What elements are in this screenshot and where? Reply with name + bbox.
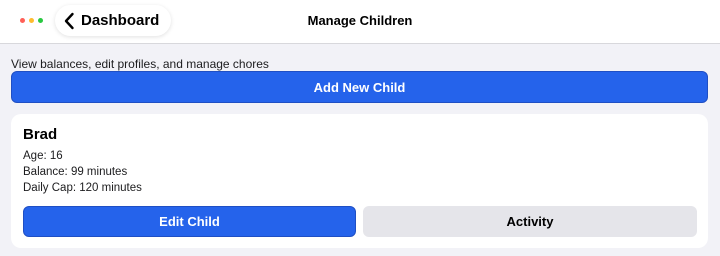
page-subtitle: View balances, edit profiles, and manage…: [11, 57, 269, 71]
child-card: Brad Age: 16 Balance: 99 minutes Daily C…: [11, 114, 708, 248]
activity-button[interactable]: Activity: [363, 206, 697, 237]
page-title: Manage Children: [307, 13, 413, 28]
edit-child-button[interactable]: Edit Child: [23, 206, 356, 237]
child-age: Age: 16: [23, 150, 63, 162]
add-new-child-button[interactable]: Add New Child: [11, 71, 708, 103]
child-name: Brad: [23, 126, 58, 143]
top-navigation-bar: Dashboard Manage Children: [0, 0, 720, 44]
child-balance: Balance: 99 minutes: [23, 166, 128, 178]
child-daily-cap: Daily Cap: 120 minutes: [23, 182, 142, 194]
